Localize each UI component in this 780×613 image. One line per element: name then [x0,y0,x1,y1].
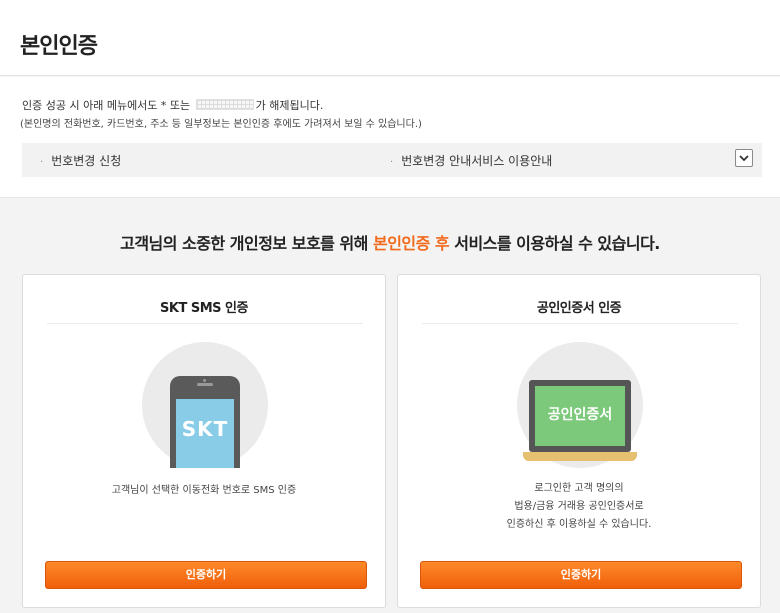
camera-dot [203,379,206,382]
notice-text-suffix: 가 해제됩니다. [255,99,324,112]
affected-menu-row: · 번호변경 신청 · 번호변경 안내서비스 이용안내 [22,143,762,177]
card-title: 공인인증서 인증 [536,301,622,316]
laptop-screen-text: 공인인증서 [547,407,613,423]
headline-accent: 본인인증 후 [372,234,450,253]
menu-item-label: 번호변경 안내서비스 이용안내 [401,154,553,168]
divider [422,323,738,324]
description-line: 고객님이 선택한 이동전화 번호로 SMS 인증 [111,485,297,496]
menu-item-number-change-guide: · 번호변경 안내서비스 이용안내 [390,152,552,169]
page-header: 본인인증 [0,0,780,76]
menu-item-label: 번호변경 신청 [51,154,122,168]
card-description: 고객님이 선택한 이동전화 번호로 SMS 인증 [23,482,385,500]
page-title: 본인인증 [20,34,98,59]
sms-auth-button[interactable]: 인증하기 [45,561,367,589]
bullet-icon: · [390,157,394,168]
headline-prefix: 고객님의 소중한 개인정보 보호를 위해 [120,234,368,253]
certificate-auth-button[interactable]: 인증하기 [420,561,742,589]
description-line: 법용/금융 거래용 공인인증서로 [514,501,644,512]
phone-icon: SKT [142,342,268,468]
card-title: SKT SMS 인증 [160,301,248,316]
notice-subtext: (본인명의 전화번호, 카드번호, 주소 등 일부정보는 본인인증 후에도 가려… [20,119,422,130]
masked-text-placeholder [195,99,254,110]
notice-text-prefix: 인증 성공 시 아래 메뉴에서도 * 또는 [22,99,191,112]
notice-text: 인증 성공 시 아래 메뉴에서도 * 또는 가 해제됩니다. [22,97,323,113]
headline-suffix: 서비스를 이용하실 수 있습니다. [454,234,660,253]
menu-item-number-change: · 번호변경 신청 [40,152,121,169]
chevron-down-icon [739,155,749,162]
speaker-slot [197,383,213,386]
card-description: 로그인한 고객 명의의 법용/금융 거래용 공인인증서로 인증하신 후 이용하실… [398,480,760,534]
laptop-illustration: 공인인증서 [529,380,631,452]
divider [47,323,363,324]
notice-panel: 인증 성공 시 아래 메뉴에서도 * 또는 가 해제됩니다. (본인명의 전화번… [0,77,780,198]
auth-headline: 고객님의 소중한 개인정보 보호를 위해 본인인증 후 서비스를 이용하실 수 … [0,230,780,254]
sms-auth-card: SKT SMS 인증 SKT 고객님이 선택한 이동전화 번호로 SMS 인증 … [22,274,386,608]
expand-menu-button[interactable] [735,149,753,167]
certificate-auth-card: 공인인증서 인증 공인인증서 로그인한 고객 명의의 법용/금융 거래용 공인인… [397,274,761,608]
laptop-icon: 공인인증서 [517,342,643,468]
description-line: 로그인한 고객 명의의 [534,483,624,494]
laptop-base [523,452,637,461]
phone-illustration: SKT [170,376,240,468]
laptop-screen: 공인인증서 [535,386,625,446]
phone-screen-text: SKT [181,417,229,441]
phone-screen: SKT [176,399,234,468]
bullet-icon: · [40,157,44,168]
description-line: 인증하신 후 이용하실 수 있습니다. [506,519,652,530]
